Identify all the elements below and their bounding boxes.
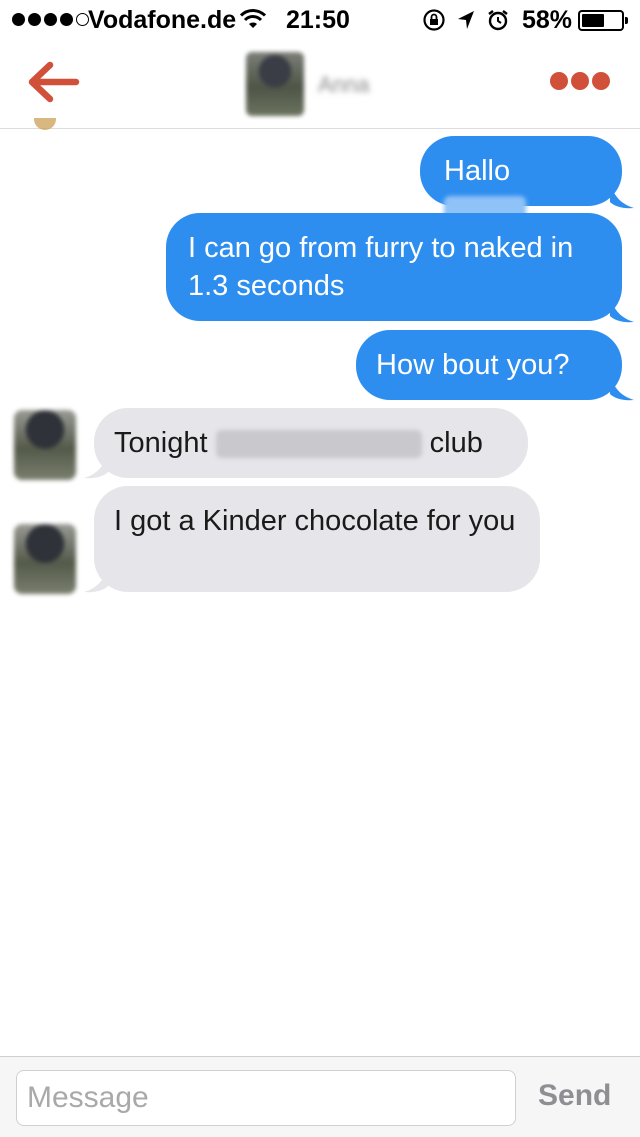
bubble-tail	[84, 450, 108, 479]
battery-level-fill	[582, 14, 605, 27]
message-text: club	[429, 427, 483, 459]
signal-dot	[28, 13, 41, 26]
more-options-button[interactable]	[550, 72, 610, 90]
bubble-tail	[610, 294, 634, 323]
bubble-tail	[610, 180, 634, 209]
status-bar: Vodafone.de 21:50 58%	[0, 0, 640, 40]
battery-nub	[625, 17, 628, 24]
message-text: I can go from furry to naked in 1.3 seco…	[188, 232, 574, 302]
carrier-name: Vodafone.de	[88, 6, 237, 34]
arrow-left-icon	[28, 61, 80, 103]
alarm-clock-icon	[486, 8, 510, 37]
more-dot	[550, 72, 568, 90]
message-outgoing[interactable]: How bout you?	[356, 330, 622, 400]
message-incoming[interactable]: Tonight club	[94, 408, 528, 478]
message-incoming[interactable]: I got a Kinder chocolate for you	[94, 486, 540, 592]
contact-name[interactable]: Anna	[318, 72, 369, 98]
contact-avatar[interactable]	[14, 410, 76, 480]
battery-percent: 58%	[522, 6, 573, 34]
message-input[interactable]	[16, 1070, 516, 1126]
more-dot	[571, 72, 589, 90]
location-arrow-icon	[456, 9, 476, 36]
rotation-lock-icon	[422, 8, 446, 37]
bubble-tail	[610, 372, 634, 401]
signal-dot	[44, 13, 57, 26]
back-button[interactable]	[26, 60, 82, 104]
message-text: How bout you?	[376, 349, 570, 381]
contact-avatar[interactable]	[246, 52, 304, 116]
message-outgoing[interactable]: Hallo	[420, 136, 622, 225]
signal-dot	[12, 13, 25, 26]
status-clock: 21:50	[286, 6, 350, 34]
message-text: Tonight	[114, 427, 208, 459]
message-composer: Send	[0, 1056, 640, 1137]
contact-avatar[interactable]	[14, 524, 76, 594]
signal-strength-icon	[12, 13, 89, 26]
message-text: Hallo	[444, 155, 511, 187]
message-outgoing[interactable]: I can go from furry to naked in 1.3 seco…	[166, 213, 622, 321]
signal-dot	[60, 13, 73, 26]
status-icons	[422, 8, 510, 37]
bubble-tail	[84, 564, 108, 593]
more-dot	[592, 72, 610, 90]
chat-header: Anna	[0, 40, 640, 129]
battery-icon	[578, 10, 628, 31]
redacted-place	[215, 430, 422, 459]
wifi-icon	[239, 8, 267, 35]
message-text: I got a Kinder chocolate for you	[114, 505, 516, 537]
send-button[interactable]: Send	[538, 1079, 611, 1113]
